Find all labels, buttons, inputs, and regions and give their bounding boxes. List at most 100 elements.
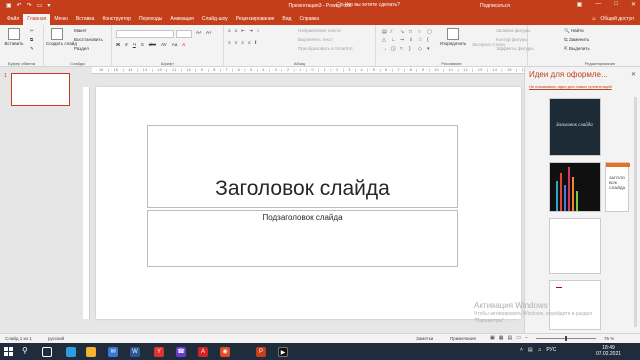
dont-show-link[interactable]: Не показывать идеи для новых презентаций: [529, 84, 612, 89]
tab-view[interactable]: Вид: [278, 14, 295, 25]
italic-icon[interactable]: К: [125, 42, 128, 47]
share-button[interactable]: Общий доступ: [600, 16, 634, 22]
task-view-icon[interactable]: [42, 347, 52, 357]
arrange-button[interactable]: Упорядочить: [436, 28, 470, 46]
increase-indent-icon[interactable]: ⇥: [249, 28, 253, 34]
ribbon-display-icon[interactable]: ▣: [577, 1, 583, 8]
find-button[interactable]: 🔍 Найти: [564, 28, 584, 34]
font-size-select[interactable]: [176, 30, 192, 38]
tab-help[interactable]: Справка: [295, 14, 323, 25]
line-shape-icon[interactable]: ∟: [391, 37, 399, 44]
comments-button[interactable]: Примечания: [450, 336, 476, 341]
slideshow-view-icon[interactable]: ▭: [516, 335, 521, 341]
shapes-gallery[interactable]: ▤ ⁄ ↘ □ ○ ▢ △ ∟ ⇒ ⇓ ☆ { → ◫ ≈ } ◇ ▾: [382, 29, 432, 53]
arrow-shape-icon[interactable]: ⇒: [400, 37, 408, 44]
line-spacing-icon[interactable]: ↕: [257, 28, 259, 34]
brace-shape-icon[interactable]: {: [427, 37, 435, 44]
callout-shape-icon[interactable]: ◫: [391, 46, 399, 53]
start-button[interactable]: [4, 347, 13, 356]
align-left-icon[interactable]: ≡: [228, 40, 231, 45]
arrow-shape-icon[interactable]: ⇓: [409, 37, 417, 44]
minimize-icon[interactable]: —: [595, 1, 601, 8]
star-shape-icon[interactable]: ☆: [418, 37, 426, 44]
numbering-icon[interactable]: ≡: [235, 28, 238, 34]
tab-review[interactable]: Рецензирование: [232, 14, 279, 25]
language-indicator[interactable]: РУС: [546, 347, 556, 353]
select-button[interactable]: ⇱ Выделить: [564, 46, 590, 52]
layout-button[interactable]: Макет: [74, 28, 87, 33]
reading-view-icon[interactable]: ▤: [507, 335, 512, 341]
new-slide-button[interactable]: Создать слайд: [46, 28, 77, 46]
sorter-view-icon[interactable]: ▦: [499, 335, 504, 341]
yandex-icon[interactable]: Y: [154, 347, 164, 357]
search-icon[interactable]: ⚲: [22, 346, 28, 355]
shape-fill-button[interactable]: Заливка фигуры: [496, 28, 530, 33]
viber-icon[interactable]: ☎: [176, 347, 186, 357]
tab-slideshow[interactable]: Слайд-шоу: [198, 14, 232, 25]
underline-icon[interactable]: Ч: [133, 42, 136, 47]
close-icon[interactable]: ✕: [631, 71, 636, 78]
brace-shape-icon[interactable]: }: [409, 46, 417, 53]
tab-design[interactable]: Конструктор: [98, 14, 135, 25]
format-painter-icon[interactable]: ✎: [30, 46, 34, 52]
more-shapes-icon[interactable]: ▾: [427, 46, 435, 53]
spacing-icon[interactable]: AV: [161, 42, 167, 47]
shape-outline-button[interactable]: Контур фигуры: [496, 37, 527, 42]
columns-icon[interactable]: ‖: [255, 40, 257, 45]
media-icon[interactable]: ▶: [278, 347, 288, 357]
close-icon[interactable]: ✕: [631, 1, 636, 8]
chevron-up-icon[interactable]: ˄: [520, 347, 523, 353]
cut-icon[interactable]: ✂: [30, 28, 34, 34]
explorer-icon[interactable]: [66, 347, 76, 357]
text-direction-button[interactable]: Направление текста: [298, 28, 341, 33]
sign-in-link[interactable]: Подписаться: [480, 3, 510, 9]
section-button[interactable]: Раздел: [74, 46, 89, 51]
align-text-button[interactable]: Выровнять текст: [298, 37, 333, 42]
tab-insert[interactable]: Вставка: [72, 14, 99, 25]
diamond-shape-icon[interactable]: ◇: [418, 46, 426, 53]
zoom-level[interactable]: 76 %: [604, 336, 614, 341]
line-shape-icon[interactable]: ⁄: [391, 29, 399, 36]
ellipse-shape-icon[interactable]: ○: [418, 29, 426, 36]
paste-button[interactable]: Вставить: [4, 28, 24, 46]
rectangle-shape-icon[interactable]: □: [409, 29, 417, 36]
tab-file[interactable]: Файл: [3, 14, 23, 25]
line-shape-icon[interactable]: ↘: [400, 29, 408, 36]
font-color-icon[interactable]: A: [182, 42, 185, 47]
tab-transitions[interactable]: Переходы: [135, 14, 166, 25]
design-idea-card[interactable]: Заголовок слайда: [549, 98, 601, 156]
decrease-indent-icon[interactable]: ⇤: [241, 28, 245, 34]
chrome-icon[interactable]: ◉: [220, 347, 230, 357]
zoom-out-icon[interactable]: −: [525, 335, 528, 341]
decrease-font-icon[interactable]: A˅: [206, 30, 212, 35]
folder-icon[interactable]: [86, 347, 96, 357]
triangle-shape-icon[interactable]: △: [382, 37, 390, 44]
font-name-select[interactable]: [116, 30, 174, 38]
reset-button[interactable]: Восстановить: [74, 37, 103, 42]
acrobat-icon[interactable]: A: [198, 347, 208, 357]
mail-icon[interactable]: ✉: [108, 347, 118, 357]
notes-button[interactable]: Заметки: [416, 336, 433, 341]
increase-font-icon[interactable]: A˄: [196, 30, 202, 35]
tab-menu[interactable]: Меню: [50, 14, 72, 25]
shape-effects-button[interactable]: Эффекты фигуры: [496, 46, 534, 51]
textbox-shape-icon[interactable]: ▤: [382, 29, 390, 36]
normal-view-icon[interactable]: ▣: [490, 335, 495, 341]
strikethrough-icon[interactable]: abc: [149, 42, 156, 47]
network-icon[interactable]: ▤: [528, 347, 533, 353]
word-icon[interactable]: W: [130, 347, 140, 357]
align-center-icon[interactable]: ≡: [235, 40, 238, 45]
align-right-icon[interactable]: ≡: [241, 40, 244, 45]
shadow-icon[interactable]: S: [141, 42, 144, 47]
design-idea-card[interactable]: [549, 218, 601, 274]
design-idea-card[interactable]: ЗАГОЛО ВОК СЛАЙДА: [605, 162, 630, 212]
powerpoint-icon[interactable]: P: [256, 347, 266, 357]
tell-me-search[interactable]: ◯ Что вы хотите сделать?: [336, 2, 400, 8]
copy-icon[interactable]: ⧉: [30, 37, 33, 42]
slide-thumbnail[interactable]: [11, 73, 70, 106]
language-indicator[interactable]: русский: [48, 336, 64, 341]
zoom-slider-handle[interactable]: [565, 336, 567, 341]
justify-icon[interactable]: ≡: [248, 40, 251, 45]
maximize-icon[interactable]: □: [614, 1, 618, 8]
clock[interactable]: 18:49 07.02.2021: [596, 345, 621, 357]
